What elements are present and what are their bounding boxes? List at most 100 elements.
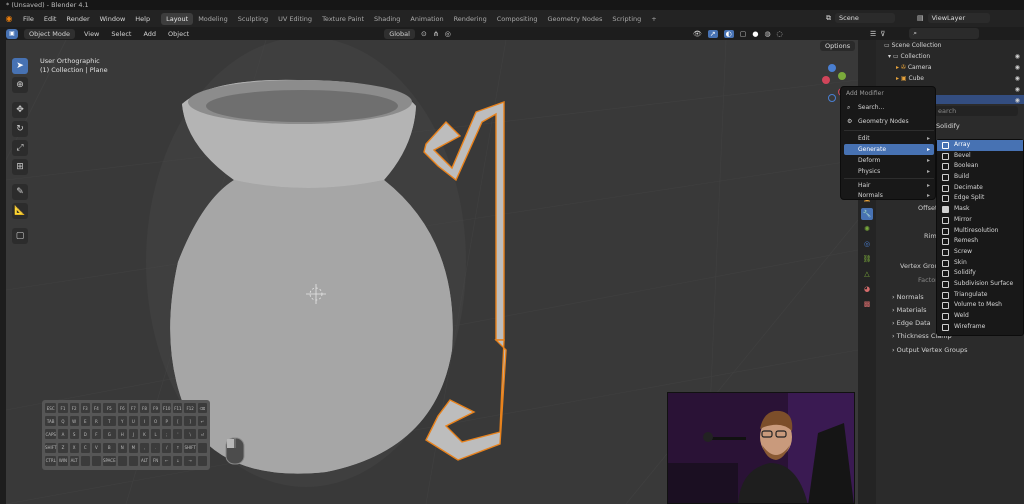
tab-modeling[interactable]: Modeling xyxy=(193,13,233,25)
keyboard-key: ↑ xyxy=(173,442,183,453)
menu-item-edit[interactable]: Edit ▸ xyxy=(844,133,934,144)
menu-item-geometry-nodes[interactable]: ⚙ Geometry Nodes xyxy=(844,116,934,128)
modifier-mirror[interactable]: Mirror xyxy=(937,215,1023,226)
editor-type-icon[interactable]: ☰ xyxy=(870,30,876,38)
section-materials[interactable]: › Materials xyxy=(892,306,926,314)
menu-help[interactable]: Help xyxy=(130,15,155,23)
modifier-volume-to-mesh[interactable]: Volume to Mesh xyxy=(937,300,1023,311)
tab-compositing[interactable]: Compositing xyxy=(492,13,543,25)
physics-tab-icon[interactable]: ◎ xyxy=(861,238,873,250)
scene-icon[interactable]: ⧉ xyxy=(826,14,831,23)
menu-item-physics[interactable]: Physics ▸ xyxy=(844,166,934,177)
menu-item-deform[interactable]: Deform ▸ xyxy=(844,155,934,166)
pivot-icon[interactable]: ⊙ xyxy=(421,30,427,38)
visibility-eye-icon[interactable]: ◉ xyxy=(1015,51,1020,62)
menu-file[interactable]: File xyxy=(18,15,39,23)
modifier-subdivision-surface[interactable]: Subdivision Surface xyxy=(937,279,1023,290)
modifier-build[interactable]: Build xyxy=(937,172,1023,183)
modifier-weld[interactable]: Weld xyxy=(937,311,1023,322)
visibility-icon[interactable]: 👁 xyxy=(693,30,702,38)
viewlayer-field[interactable]: ViewLayer xyxy=(927,13,990,23)
viewlayer-icon[interactable]: ▤ xyxy=(917,14,924,22)
shading-rendered-icon[interactable]: ◌ xyxy=(777,30,783,38)
menu-window[interactable]: Window xyxy=(95,15,131,23)
menu-view[interactable]: View xyxy=(81,30,102,38)
section-normals[interactable]: › Normals xyxy=(892,293,924,301)
keyboard-key: ESC xyxy=(45,403,57,413)
modifier-screw[interactable]: Screw xyxy=(937,247,1023,258)
tab-animation[interactable]: Animation xyxy=(405,13,448,25)
modifier-bevel[interactable]: Bevel xyxy=(937,151,1023,162)
tab-sculpting[interactable]: Sculpting xyxy=(233,13,273,25)
add-cube-tool-icon[interactable]: ▢ xyxy=(12,228,28,244)
visibility-eye-icon[interactable]: ◉ xyxy=(1015,73,1020,84)
particles-tab-icon[interactable]: ✺ xyxy=(861,223,873,235)
tab-shading[interactable]: Shading xyxy=(369,13,405,25)
menu-item-generate[interactable]: Generate ▸ xyxy=(844,144,934,155)
scene-field[interactable]: Scene xyxy=(835,13,895,23)
menu-search-field[interactable]: ⌕ Search... xyxy=(844,102,934,114)
modifier-multiresolution[interactable]: Multiresolution xyxy=(937,226,1023,237)
shading-material-icon[interactable]: ◍ xyxy=(764,30,770,38)
menu-edit[interactable]: Edit xyxy=(39,15,62,23)
tab-texture-paint[interactable]: Texture Paint xyxy=(317,13,369,25)
transform-orientation-dropdown[interactable]: Global xyxy=(384,28,415,39)
add-workspace-button[interactable]: + xyxy=(646,13,661,25)
tab-scripting[interactable]: Scripting xyxy=(607,13,646,25)
section-edge-data[interactable]: › Edge Data xyxy=(892,319,931,327)
outliner-row-camera[interactable]: ▸ ✇ Camera ◉ xyxy=(876,62,1024,73)
rotate-tool-icon[interactable]: ↻ xyxy=(12,121,28,137)
modifier-skin[interactable]: Skin xyxy=(937,258,1023,269)
section-output-vertex-groups[interactable]: › Output Vertex Groups xyxy=(892,346,967,354)
select-box-icon[interactable]: ▣ xyxy=(6,28,18,39)
menu-render[interactable]: Render xyxy=(61,15,94,23)
options-dropdown[interactable]: Options xyxy=(820,41,856,51)
tab-rendering[interactable]: Rendering xyxy=(449,13,492,25)
modifier-name-label[interactable]: Solidify xyxy=(936,122,960,130)
xray-toggle-icon[interactable]: ▢ xyxy=(740,30,747,38)
modifier-decimate[interactable]: Decimate xyxy=(937,183,1023,194)
modifier-wireframe[interactable]: Wireframe xyxy=(937,322,1023,333)
snap-icon[interactable]: ⋔ xyxy=(433,30,439,38)
modifier-boolean[interactable]: Boolean xyxy=(937,161,1023,172)
outliner-row-scene-collection[interactable]: ▭ Scene Collection xyxy=(876,40,1024,51)
scale-tool-icon[interactable]: ⤢ xyxy=(12,140,28,156)
modifier-solidify[interactable]: Solidify xyxy=(937,268,1023,279)
proportional-edit-icon[interactable]: ◎ xyxy=(445,30,451,38)
modifier-triangulate[interactable]: Triangulate xyxy=(937,290,1023,301)
outliner-row-collection[interactable]: ▾ ▭ Collection ◉ xyxy=(876,51,1024,62)
data-tab-icon[interactable]: △ xyxy=(861,268,873,280)
gizmo-toggle-icon[interactable]: ↗ xyxy=(707,29,718,38)
measure-tool-icon[interactable]: 📐 xyxy=(12,203,28,219)
menu-item-normals[interactable]: Normals ▸ xyxy=(844,190,934,201)
tab-layout[interactable]: Layout xyxy=(161,12,194,25)
visibility-eye-icon[interactable]: ◉ xyxy=(1015,62,1020,73)
menu-select[interactable]: Select xyxy=(108,30,134,38)
texture-tab-icon[interactable]: ▩ xyxy=(861,298,873,310)
filter-icon[interactable]: ⊽ xyxy=(880,30,885,38)
overlay-toggle-icon[interactable]: ◐ xyxy=(723,29,734,38)
menu-object[interactable]: Object xyxy=(165,30,192,38)
annotate-tool-icon[interactable]: ✎ xyxy=(12,184,28,200)
menu-add[interactable]: Add xyxy=(140,30,159,38)
shading-solid-icon[interactable]: ● xyxy=(752,30,758,38)
move-tool-icon[interactable]: ✥ xyxy=(12,102,28,118)
outliner-search-input[interactable]: ⌕ xyxy=(909,28,980,39)
tab-geometry-nodes[interactable]: Geometry Nodes xyxy=(543,13,608,25)
select-tool-icon[interactable]: ➤ xyxy=(12,58,28,74)
visibility-eye-icon[interactable]: ◉ xyxy=(1015,84,1020,95)
modifier-mask[interactable]: Mask xyxy=(937,204,1023,215)
material-tab-icon[interactable]: ◕ xyxy=(861,283,873,295)
modifier-remesh[interactable]: Remesh xyxy=(937,236,1023,247)
properties-search-input[interactable]: earch xyxy=(934,106,1018,116)
blender-logo-icon[interactable]: ◉ xyxy=(0,14,18,23)
constraints-tab-icon[interactable]: ⛓ xyxy=(861,253,873,265)
mode-dropdown[interactable]: Object Mode xyxy=(24,28,75,39)
cursor-tool-icon[interactable]: ⊕ xyxy=(12,77,28,93)
modifier-edge-split[interactable]: Edge Split xyxy=(937,193,1023,204)
modifier-array[interactable]: Array xyxy=(937,140,1023,151)
outliner-row-cube[interactable]: ▸ ▣ Cube ◉ xyxy=(876,73,1024,84)
modifier-tab-icon[interactable]: 🔧 xyxy=(861,208,873,220)
transform-tool-icon[interactable]: ⊞ xyxy=(12,159,28,175)
tab-uv-editing[interactable]: UV Editing xyxy=(273,13,317,25)
